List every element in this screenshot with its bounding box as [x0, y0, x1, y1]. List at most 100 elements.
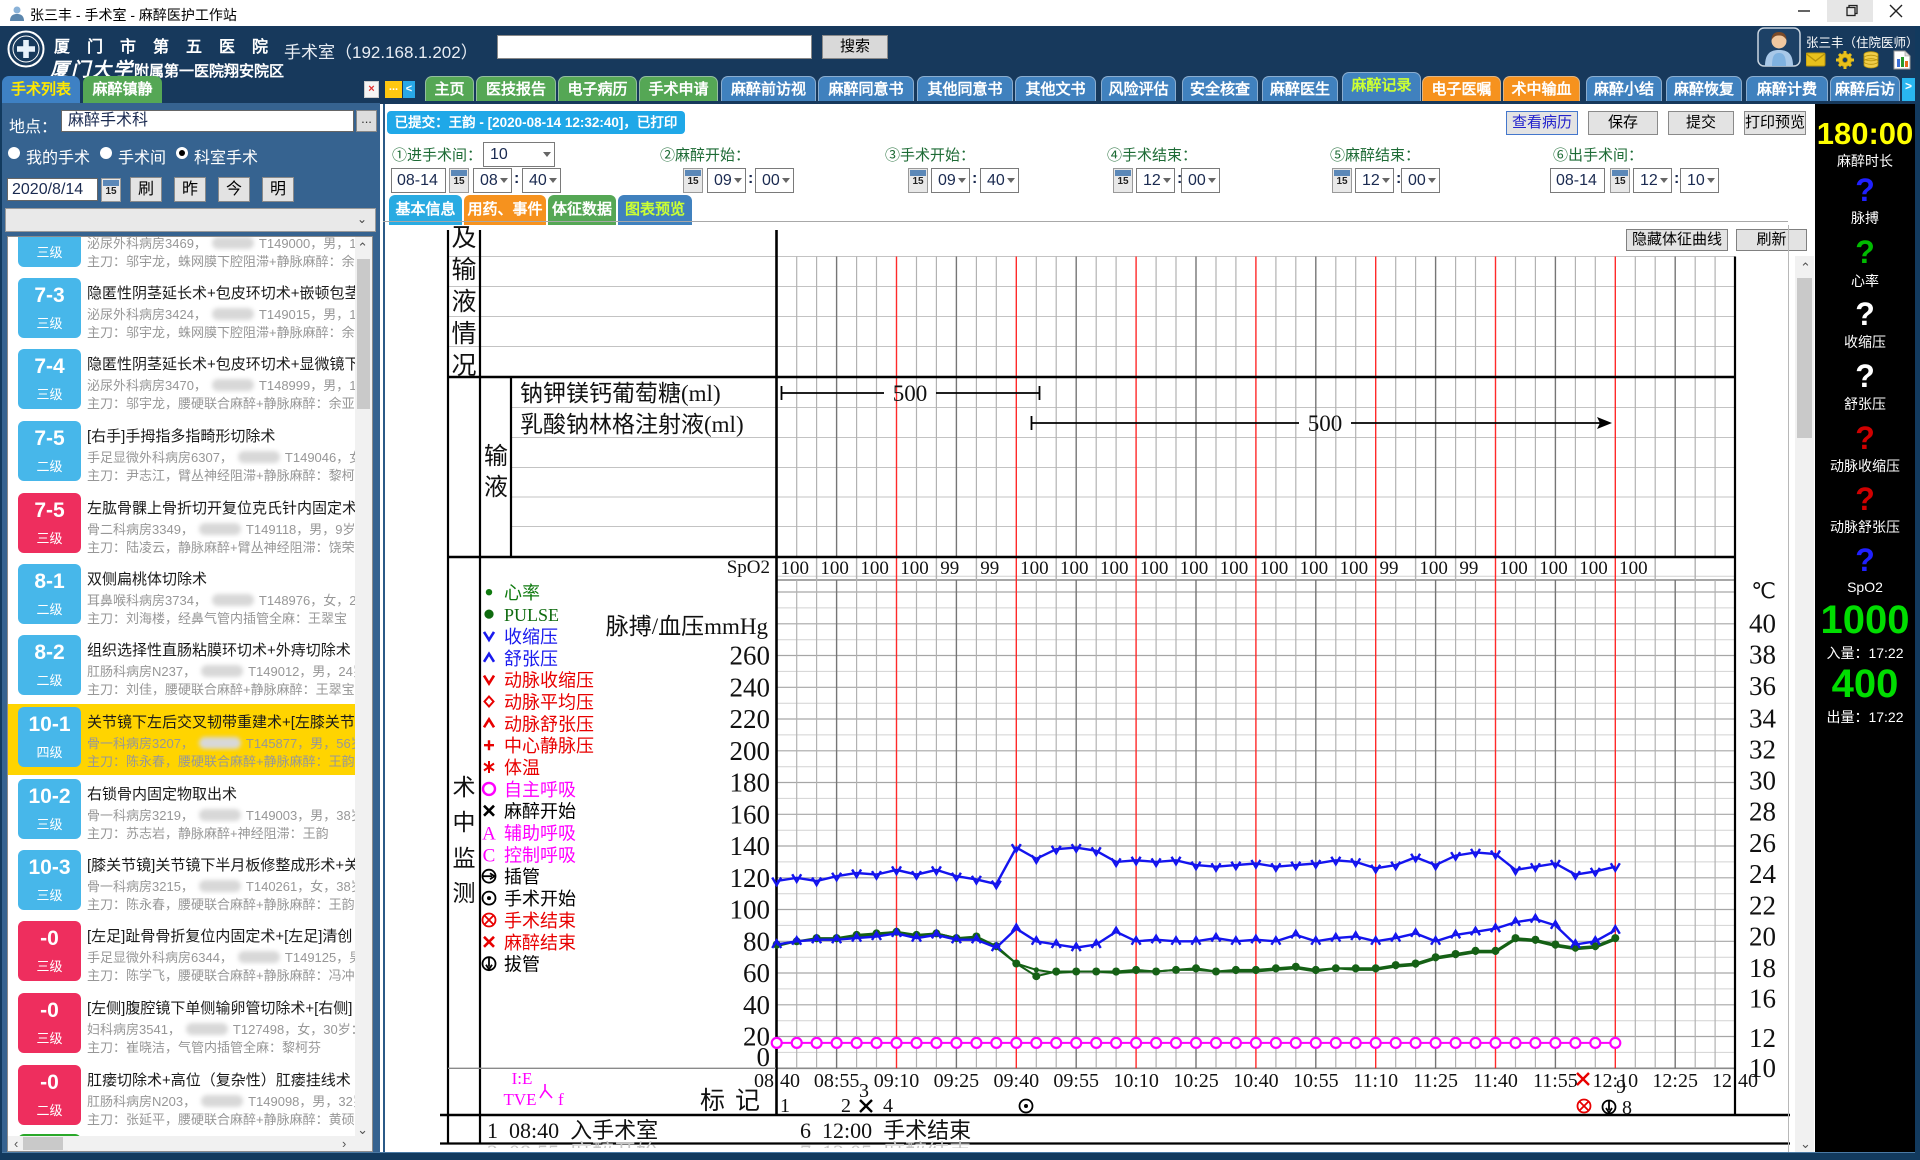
svg-text:输: 输 [484, 443, 508, 470]
svg-text:℃: ℃ [1751, 579, 1776, 604]
svg-text:动脉收缩压: 动脉收缩压 [504, 671, 594, 691]
svg-text:11:10: 11:10 [1353, 1070, 1398, 1092]
svg-text:体温: 体温 [504, 758, 540, 778]
svg-text:09:40: 09:40 [994, 1070, 1040, 1092]
svg-text:2: 2 [841, 1095, 851, 1117]
svg-text:40: 40 [1738, 1070, 1758, 1092]
svg-text:SpO2: SpO2 [727, 557, 770, 578]
svg-text:C: C [483, 845, 496, 866]
svg-text:100: 100 [860, 558, 889, 579]
svg-text:3: 3 [859, 1080, 869, 1102]
svg-text:况: 况 [451, 353, 476, 380]
svg-text:16: 16 [1749, 984, 1776, 1014]
svg-text:中心静脉压: 中心静脉压 [504, 736, 594, 756]
svg-text:钠钾镁钙葡萄糖(ml): 钠钾镁钙葡萄糖(ml) [520, 381, 721, 406]
svg-text:测: 测 [453, 881, 476, 906]
svg-text:240: 240 [730, 672, 771, 702]
svg-text:舒张压: 舒张压 [504, 649, 558, 669]
svg-text:11:55: 11:55 [1533, 1070, 1578, 1092]
svg-text:100: 100 [1619, 558, 1648, 579]
svg-text:100: 100 [1539, 558, 1568, 579]
svg-text:10:40: 10:40 [1233, 1070, 1279, 1092]
svg-text:动脉舒张压: 动脉舒张压 [504, 714, 594, 734]
svg-text:10:10: 10:10 [1113, 1070, 1159, 1092]
svg-text:80: 80 [743, 926, 770, 956]
svg-text:40: 40 [780, 1070, 800, 1092]
svg-text:34: 34 [1749, 703, 1777, 733]
svg-text:100: 100 [1579, 558, 1608, 579]
svg-text:100: 100 [1499, 558, 1528, 579]
svg-text:100: 100 [1100, 558, 1129, 579]
svg-text:术: 术 [453, 775, 476, 800]
svg-text:麻醉开始: 麻醉开始 [504, 802, 576, 822]
svg-text:100: 100 [730, 895, 771, 925]
svg-text:220: 220 [730, 704, 771, 734]
svg-text:液: 液 [484, 474, 508, 501]
svg-text:30: 30 [1749, 765, 1776, 795]
svg-text:辅助呼吸: 辅助呼吸 [504, 824, 576, 844]
svg-text:160: 160 [730, 799, 771, 829]
svg-text:100: 100 [1300, 558, 1329, 579]
svg-text:乳酸钠林格注射液(ml): 乳酸钠林格注射液(ml) [520, 412, 744, 437]
svg-text:36: 36 [1749, 671, 1776, 701]
svg-text:4: 4 [883, 1095, 893, 1117]
svg-text:500: 500 [1308, 411, 1343, 436]
svg-text:12: 12 [1749, 1023, 1776, 1053]
svg-text:11:40: 11:40 [1473, 1070, 1518, 1092]
svg-text:120: 120 [730, 863, 771, 893]
svg-text:180: 180 [730, 768, 771, 798]
svg-text:100: 100 [1060, 558, 1089, 579]
svg-text:拔管: 拔管 [504, 955, 540, 975]
svg-text:9: 9 [1616, 1076, 1626, 1098]
svg-text:脉搏/血压mmHg: 脉搏/血压mmHg [606, 614, 769, 639]
svg-text:09:25: 09:25 [934, 1070, 980, 1092]
svg-text:监: 监 [453, 846, 476, 871]
svg-text:28: 28 [1749, 796, 1776, 826]
svg-text:手术结束: 手术结束 [504, 911, 576, 931]
svg-text:心率: 心率 [504, 583, 540, 603]
svg-text:60: 60 [743, 958, 770, 988]
svg-text:20: 20 [1749, 922, 1776, 952]
svg-text:200: 200 [730, 736, 771, 766]
svg-text:10:55: 10:55 [1293, 1070, 1339, 1092]
svg-text:38: 38 [1749, 640, 1776, 670]
svg-text:24: 24 [1749, 859, 1777, 889]
svg-text:100: 100 [820, 558, 849, 579]
svg-text:100: 100 [1340, 558, 1369, 579]
svg-text:及: 及 [451, 225, 476, 252]
svg-text:中: 中 [453, 810, 476, 835]
svg-text:99: 99 [940, 558, 959, 579]
svg-text:26: 26 [1749, 828, 1776, 858]
svg-text:99: 99 [1459, 558, 1478, 579]
svg-text:100: 100 [1220, 558, 1249, 579]
svg-text:7 12:05 麻醉结束: 7 12:05 麻醉结束 [800, 1140, 971, 1152]
svg-text:140: 140 [730, 831, 771, 861]
svg-text:收缩压: 收缩压 [504, 627, 558, 647]
svg-text:情: 情 [451, 320, 476, 348]
svg-text:TVE: TVE [503, 1090, 536, 1109]
svg-text:40: 40 [1749, 609, 1776, 639]
svg-text:99: 99 [980, 558, 999, 579]
svg-text:09:10: 09:10 [874, 1070, 920, 1092]
svg-text:260: 260 [730, 641, 771, 671]
svg-text:12: 12 [1712, 1070, 1732, 1092]
svg-text:11:25: 11:25 [1413, 1070, 1458, 1092]
svg-text:500: 500 [893, 381, 928, 406]
svg-text:100: 100 [1140, 558, 1169, 579]
svg-text:12:25: 12:25 [1652, 1070, 1698, 1092]
svg-text:8: 8 [1622, 1097, 1632, 1119]
svg-text:100: 100 [781, 558, 810, 579]
svg-text:40: 40 [743, 990, 770, 1020]
svg-text:手术开始: 手术开始 [504, 889, 576, 909]
svg-text:09:55: 09:55 [1053, 1070, 1099, 1092]
svg-text:动脉平均压: 动脉平均压 [504, 693, 594, 713]
svg-text:32: 32 [1749, 734, 1776, 764]
svg-text:99: 99 [1380, 558, 1399, 579]
svg-text:f: f [558, 1090, 564, 1109]
svg-text:输: 输 [451, 256, 476, 284]
svg-text:08:55: 08:55 [814, 1070, 860, 1092]
svg-text:麻醉结束: 麻醉结束 [504, 933, 576, 953]
svg-text:A: A [482, 824, 496, 845]
svg-text:100: 100 [1020, 558, 1049, 579]
svg-text:100: 100 [1260, 558, 1289, 579]
